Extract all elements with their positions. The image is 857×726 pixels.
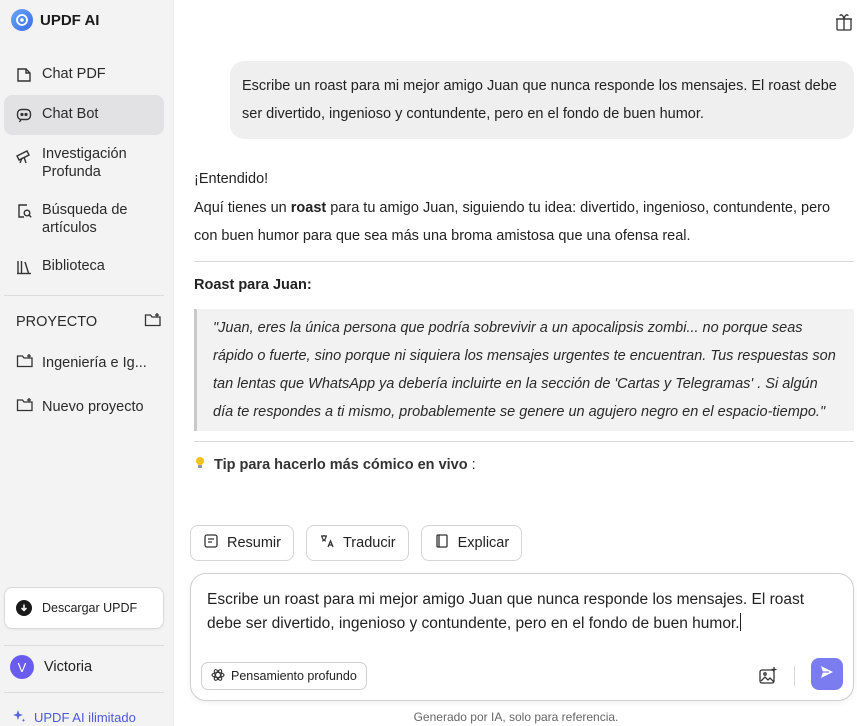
chat-area: Escribe un roast para mi mejor amigo Jua… — [175, 0, 857, 726]
translate-icon — [319, 533, 335, 553]
tip-line: Tip para hacerlo más cómico en vivo : — [194, 456, 854, 474]
sidebar-item-label: Búsqueda de artículos — [42, 202, 128, 236]
chat-pdf-icon — [14, 65, 34, 85]
atom-icon — [211, 668, 225, 685]
assistant-message: ¡Entendido! Aquí tienes un roast para tu… — [194, 165, 854, 474]
sidebar-item-chat-pdf[interactable]: Chat PDF — [4, 55, 164, 95]
deep-thinking-label: Pensamiento profundo — [231, 669, 357, 683]
tip-tail: : — [467, 456, 476, 473]
send-icon — [819, 664, 835, 685]
sidebar: UPDF AI Chat PDF Chat Bot Investigación … — [0, 0, 174, 726]
sparkle-icon — [12, 709, 26, 726]
translate-label: Traducir — [342, 535, 396, 551]
roast-title: Roast para Juan: — [194, 276, 312, 293]
answer-text: Aquí tienes un — [194, 199, 291, 216]
project-header: PROYECTO — [16, 312, 162, 332]
tip-text: Tip para hacerlo más cómico en vivo — [214, 456, 468, 473]
folder-icon — [16, 397, 34, 417]
sidebar-item-label: Investigación Profunda — [42, 146, 127, 180]
sidebar-item-library[interactable]: Biblioteca — [4, 247, 164, 287]
user-message: Escribe un roast para mi mejor amigo Jua… — [230, 61, 854, 139]
sidebar-nav: Chat PDF Chat Bot Investigación Profunda… — [4, 55, 164, 287]
image-upload-icon[interactable] — [758, 666, 778, 686]
gift-icon[interactable] — [835, 12, 855, 32]
composer-divider — [794, 666, 795, 686]
avatar: V — [10, 655, 34, 679]
send-button[interactable] — [811, 658, 843, 690]
quick-actions: Resumir Traducir Explicar — [190, 525, 523, 561]
disclaimer: Generado por IA, solo para referencia. — [413, 710, 619, 724]
download-label: Descargar UPDF — [42, 601, 138, 615]
library-icon — [14, 257, 34, 277]
sidebar-item-label: Chat Bot — [42, 106, 99, 122]
upgrade-label: UPDF AI ilimitado — [34, 710, 136, 725]
explain-label: Explicar — [457, 535, 510, 551]
explain-button[interactable]: Explicar — [420, 525, 523, 561]
project-item[interactable]: Ingeniería e Ig... — [4, 343, 164, 383]
summarize-icon — [203, 533, 219, 553]
answer-intro: ¡Entendido! — [194, 171, 269, 187]
sidebar-item-deep-research[interactable]: Investigación Profunda — [4, 135, 164, 191]
new-folder-icon[interactable] — [144, 312, 162, 332]
download-icon — [16, 600, 32, 616]
app-title: UPDF AI — [40, 11, 100, 29]
upgrade-link[interactable]: UPDF AI ilimitado — [12, 709, 136, 726]
sidebar-item-chat-bot[interactable]: Chat Bot — [4, 95, 164, 135]
roast-quote: "Juan, eres la única persona que podría … — [194, 308, 854, 431]
summarize-label: Resumir — [227, 535, 281, 551]
answer-paragraph: Aquí tienes un roast para tu amigo Juan,… — [194, 194, 854, 251]
project-item[interactable]: Nuevo proyecto — [4, 387, 164, 427]
project-list: Ingeniería e Ig... Nuevo proyecto — [4, 343, 164, 427]
sidebar-item-article-search[interactable]: Búsqueda de artículos — [4, 191, 164, 247]
message-input-value: Escribe un roast para mi mejor amigo Jua… — [207, 591, 805, 632]
article-search-icon — [14, 201, 34, 221]
book-icon — [434, 533, 450, 553]
updf-logo-icon — [11, 9, 33, 31]
deep-thinking-toggle[interactable]: Pensamiento profundo — [201, 662, 367, 690]
project-item-label: Ingeniería e Ig... — [42, 355, 147, 371]
translate-button[interactable]: Traducir — [305, 525, 409, 561]
telescope-icon — [14, 145, 34, 165]
sidebar-item-label: Biblioteca — [42, 258, 105, 274]
sidebar-divider — [4, 692, 164, 693]
project-item-label: Nuevo proyecto — [42, 399, 144, 415]
message-input[interactable]: Escribe un roast para mi mejor amigo Jua… — [207, 588, 837, 636]
lightbulb-icon — [194, 456, 206, 474]
sidebar-item-label: Chat PDF — [42, 66, 106, 82]
message-composer[interactable]: Escribe un roast para mi mejor amigo Jua… — [190, 573, 854, 701]
user-name: Victoria — [44, 659, 93, 675]
download-updf-button[interactable]: Descargar UPDF — [4, 587, 164, 629]
folder-icon — [16, 353, 34, 373]
brand[interactable]: UPDF AI — [11, 9, 99, 31]
user-profile[interactable]: V Victoria — [10, 655, 92, 679]
sidebar-divider — [4, 295, 164, 296]
sidebar-divider — [4, 645, 164, 646]
answer-divider — [194, 260, 854, 262]
summarize-button[interactable]: Resumir — [190, 525, 294, 561]
text-caret — [739, 613, 741, 631]
answer-bold: roast — [290, 199, 327, 216]
chat-bot-icon — [14, 105, 34, 125]
project-header-label: PROYECTO — [16, 314, 98, 330]
answer-divider — [194, 440, 854, 442]
